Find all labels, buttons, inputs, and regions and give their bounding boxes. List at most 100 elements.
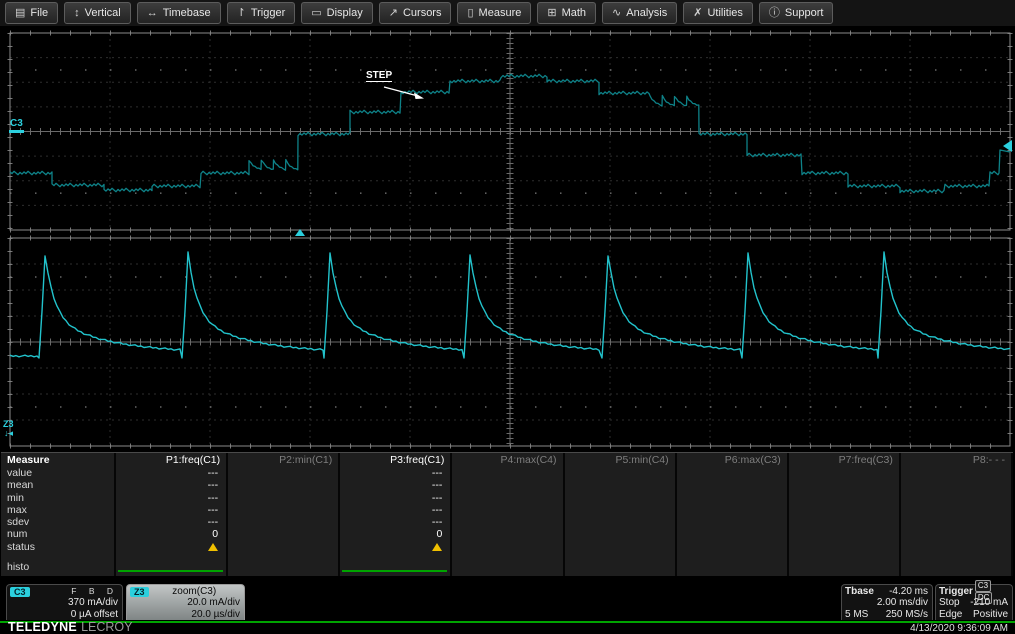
menu-button-timebase[interactable]: ↔ Timebase	[137, 2, 221, 24]
measure-cell-value	[901, 467, 1011, 479]
measure-cell-num	[565, 528, 675, 540]
measure-cell-min	[565, 492, 675, 504]
menu-label: Display	[327, 7, 363, 19]
z3-descriptor-box[interactable]: Z3 zoom(C3) 20.0 mA/div 20.0 µs/div	[126, 584, 245, 620]
menu-bar: ▤ File ↕ Vertical ↔ Timebase ↾ Trigger ▭Display ↗…	[0, 0, 1015, 27]
measure-column-p2: P2:min(C1)	[228, 453, 340, 576]
menu-label: Utilities	[707, 7, 742, 19]
measure-row-label: value	[1, 467, 114, 479]
c3-channel-label[interactable]: C3	[10, 118, 23, 129]
cursor-arrow-icon: ↗	[389, 8, 398, 19]
measure-column-p7: P7:freq(C3)	[789, 453, 901, 576]
measure-row-label: num	[1, 528, 114, 540]
measure-header-p1[interactable]: P1:freq(C1)	[116, 453, 226, 467]
measure-cell-value	[228, 467, 338, 479]
measure-cell-status	[789, 541, 899, 553]
menu-button-display[interactable]: ▭Display	[301, 2, 372, 24]
trigger-slope: Positive	[973, 609, 1008, 620]
measure-cell-histo	[228, 561, 338, 576]
timebase-descriptor-box[interactable]: Tbase -4.20 ms 2.00 ms/div 5 MS 250 MS/s	[841, 584, 933, 620]
measure-header-p5[interactable]: P5:min(C4)	[565, 453, 675, 467]
c3-descriptor-box[interactable]: C3 F B D 370 mA/div 0 µA offset	[6, 584, 123, 620]
measure-cell-max	[789, 504, 899, 516]
trigger-label: Trigger	[939, 586, 973, 597]
menu-button-measure[interactable]: ▯Measure	[457, 2, 531, 24]
measure-cell-max	[565, 504, 675, 516]
measure-cell-num	[228, 528, 338, 540]
c3-zero-level-marker[interactable]	[9, 130, 24, 133]
measure-cell-mean	[677, 479, 787, 491]
measure-title: Measure	[1, 453, 114, 467]
measure-header-p3[interactable]: P3:freq(C1)	[340, 453, 450, 467]
menu-button-utilities[interactable]: ✗Utilities	[683, 2, 753, 24]
measure-row-label: sdev	[1, 516, 114, 528]
z3-source: zoom(C3)	[149, 586, 240, 597]
measure-cell-status	[340, 541, 450, 553]
menu-label: File	[30, 7, 48, 19]
z3-chip: Z3	[130, 587, 149, 597]
measure-cell-min	[901, 492, 1011, 504]
waveform-display-area	[0, 0, 1015, 452]
measure-cell-sdev	[677, 516, 787, 528]
trigger-source-chip: C3	[975, 580, 991, 592]
bottom-graticule	[10, 238, 1010, 446]
warning-triangle-icon	[432, 543, 442, 551]
trigger-flag-icon: ↾	[237, 8, 246, 19]
measure-cell-mean: ---	[116, 479, 226, 491]
measure-cell-value: ---	[340, 467, 450, 479]
measure-cell-sdev	[565, 516, 675, 528]
measure-cell-sdev	[901, 516, 1011, 528]
measure-cell-num	[677, 528, 787, 540]
measure-column-p4: P4:max(C4)	[452, 453, 564, 576]
measure-cell-num	[452, 528, 562, 540]
menu-label: Support	[785, 7, 824, 19]
c3-scale: 370 mA/div	[10, 597, 118, 608]
measure-label-column: Measurevaluemeanminmaxsdevnumstatushisto	[1, 453, 116, 576]
measure-cell-sdev: ---	[340, 516, 450, 528]
info-icon: ⓘ	[769, 8, 780, 19]
trigger-level: -210 mA	[970, 597, 1008, 608]
measure-header-p6[interactable]: P6:max(C3)	[677, 453, 787, 467]
measure-cell-status	[901, 541, 1011, 553]
ruler-icon: ▯	[467, 8, 473, 19]
measure-cell-status	[116, 541, 226, 553]
tbase-delay: -4.20 ms	[889, 586, 928, 597]
measure-header-p7[interactable]: P7:freq(C3)	[789, 453, 899, 467]
measure-row-label: max	[1, 504, 114, 516]
c3-offset: 0 µA offset	[10, 609, 118, 620]
measure-cell-max: ---	[340, 504, 450, 516]
measure-cell-sdev	[789, 516, 899, 528]
measure-cell-status	[228, 541, 338, 553]
menu-button-math[interactable]: ⊞Math	[537, 2, 596, 24]
file-icon: ▤	[15, 8, 25, 19]
measure-header-p8[interactable]: P8:- - -	[901, 453, 1011, 467]
menu-button-analysis[interactable]: ∿Analysis	[602, 2, 677, 24]
measure-cell-sdev	[452, 516, 562, 528]
measure-cell-mean	[452, 479, 562, 491]
measure-row-label: histo	[1, 561, 114, 576]
trigger-descriptor-box[interactable]: Trigger C3DC Stop -210 mA Edge Positive	[935, 584, 1013, 620]
measure-header-p4[interactable]: P4:max(C4)	[452, 453, 562, 467]
menu-button-support[interactable]: ⓘ Support	[759, 2, 834, 24]
tbase-rate: 250 MS/s	[886, 609, 928, 620]
vertical-scale-icon: ↕	[74, 8, 80, 19]
histogram-baseline	[342, 570, 447, 572]
menu-button-cursors[interactable]: ↗Cursors	[379, 2, 452, 24]
measure-column-p5: P5:min(C4)	[565, 453, 677, 576]
measure-column-p1: P1:freq(C1)---------------0	[116, 453, 228, 576]
timebase-icon: ↔	[147, 8, 158, 19]
menu-button-trigger[interactable]: ↾ Trigger	[227, 2, 296, 24]
menu-label: Trigger	[251, 7, 285, 19]
menu-button-vertical[interactable]: ↕ Vertical	[64, 2, 131, 24]
measure-cell-histo	[901, 561, 1011, 576]
menu-label: Vertical	[85, 7, 121, 19]
measure-cell-min	[789, 492, 899, 504]
measure-column-p8: P8:- - -	[901, 453, 1013, 576]
footer-bar	[0, 623, 1015, 634]
measure-header-p2[interactable]: P2:min(C1)	[228, 453, 338, 467]
menu-button-file[interactable]: ▤ File	[5, 2, 58, 24]
measure-cell-histo	[340, 561, 450, 576]
menu-label: Timebase	[163, 7, 211, 19]
step-annotation: STEP	[366, 70, 392, 82]
measure-cell-histo	[677, 561, 787, 576]
